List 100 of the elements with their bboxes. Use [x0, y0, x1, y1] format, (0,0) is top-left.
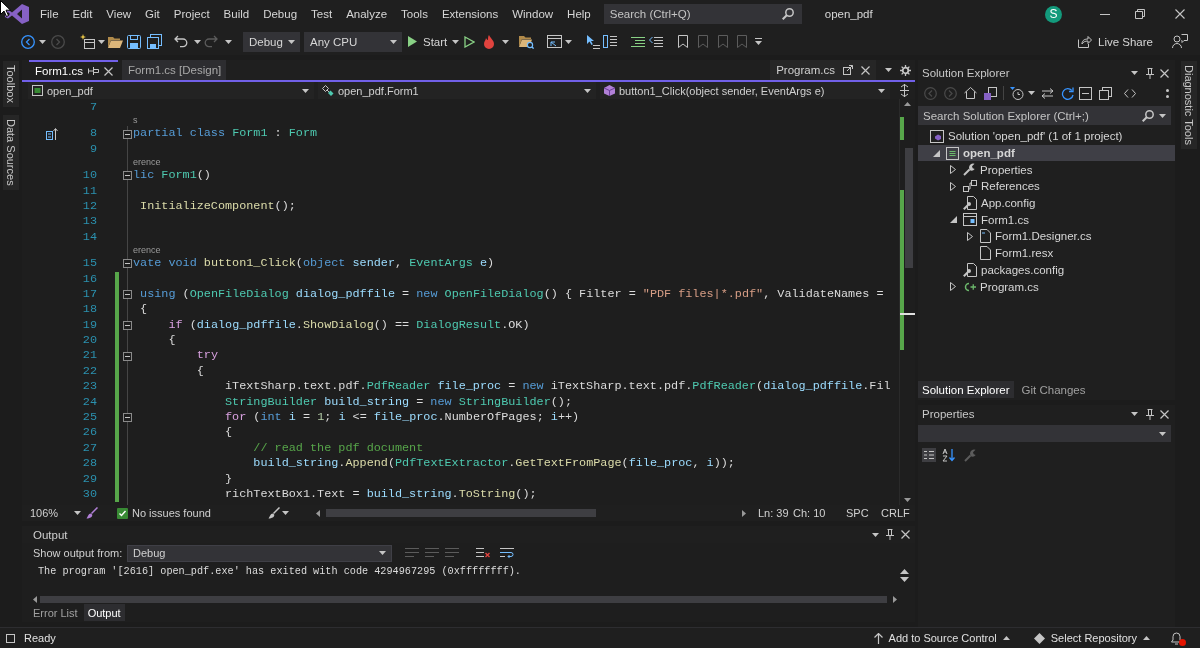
caret-icon[interactable]: [1159, 113, 1166, 118]
close-icon[interactable]: [1160, 68, 1169, 78]
tree-item[interactable]: Form1.cs: [918, 211, 1175, 229]
tree-item[interactable]: Program.cs: [918, 278, 1175, 295]
form-window-icon[interactable]: [963, 213, 977, 227]
sparkle-window-icon[interactable]: [80, 34, 95, 49]
tree-item[interactable]: Form1.Designer.cs: [918, 228, 1175, 245]
tree-item[interactable]: App.config: [918, 194, 1175, 212]
menu-item[interactable]: Test: [304, 4, 340, 24]
minus-box-icon[interactable]: [1079, 86, 1092, 100]
scroll-left-icon[interactable]: [33, 596, 37, 603]
collapsed-arrow-icon[interactable]: [967, 231, 973, 241]
column-indicator[interactable]: Ch: 10: [793, 507, 826, 519]
grid-arrow-icon[interactable]: [46, 128, 58, 141]
navigation-dropdown[interactable]: button1_Click(object sender, EventArgs e): [600, 82, 890, 99]
sort-az-icon[interactable]: [942, 448, 956, 462]
gear-icon[interactable]: [900, 64, 911, 76]
csharp-file-icon[interactable]: [963, 280, 976, 293]
horizontal-scrollbar[interactable]: [33, 595, 897, 604]
caret-icon[interactable]: [74, 511, 82, 515]
refresh-icon[interactable]: [1061, 86, 1074, 100]
tree-item[interactable]: Form1.resx: [918, 244, 1175, 262]
file-icon[interactable]: [980, 246, 991, 261]
scroll-right-icon[interactable]: [893, 596, 897, 603]
document-tab[interactable]: Form1.cs [Design]: [121, 60, 227, 80]
list-icon[interactable]: [603, 35, 617, 48]
caret-icon[interactable]: [390, 39, 397, 44]
collapse-icon[interactable]: [122, 171, 132, 181]
menu-item[interactable]: Window: [505, 4, 561, 24]
close-icon[interactable]: [901, 530, 910, 539]
panel-tab[interactable]: Output: [83, 604, 125, 621]
configuration-dropdown[interactable]: Debug: [243, 31, 300, 52]
caret-icon[interactable]: [39, 39, 46, 44]
caret-icon[interactable]: [98, 39, 105, 44]
tree-item[interactable]: packages.config: [918, 261, 1175, 279]
caret-icon[interactable]: [502, 39, 509, 44]
save-icon[interactable]: [127, 34, 141, 49]
line-indicator[interactable]: Ln: 39: [758, 507, 789, 519]
codelens-link[interactable]: s: [133, 115, 138, 127]
caret-icon[interactable]: [288, 39, 295, 44]
menu-item[interactable]: Project: [166, 4, 217, 24]
notification-bell-icon[interactable]: [1170, 630, 1186, 646]
project-box-icon[interactable]: [32, 85, 43, 96]
save-all-icon[interactable]: [147, 34, 162, 49]
scroll-down-icon[interactable]: [904, 498, 911, 502]
caret-icon[interactable]: [379, 551, 386, 555]
pin-icon[interactable]: [1146, 67, 1154, 79]
collapse-icon[interactable]: [122, 290, 132, 300]
codelens-link[interactable]: erence: [133, 245, 161, 257]
arrow-up-icon[interactable]: [873, 632, 883, 644]
search-field[interactable]: Search Solution Explorer (Ctrl+;): [918, 106, 1171, 125]
pin-icon[interactable]: [1146, 408, 1154, 420]
pin-icon[interactable]: [886, 529, 894, 540]
panel-tab[interactable]: Error List: [29, 604, 82, 621]
linked-boxes-icon[interactable]: [963, 180, 977, 193]
account-avatar[interactable]: S: [1045, 5, 1062, 23]
tree-item[interactable]: Properties: [918, 161, 1175, 179]
chevron-lines-icon[interactable]: [649, 35, 663, 48]
brush-icon[interactable]: [268, 507, 280, 519]
overflow-icon[interactable]: [755, 38, 762, 45]
menu-item[interactable]: File: [33, 4, 66, 24]
brush-icon[interactable]: [86, 507, 98, 519]
scrollbar-thumb[interactable]: [905, 148, 913, 268]
folder-icon[interactable]: [108, 35, 123, 48]
side-tab[interactable]: Diagnostic Tools: [1181, 61, 1197, 149]
platform-dropdown[interactable]: Any CPU: [304, 31, 402, 52]
indented-lines-icon[interactable]: [631, 35, 645, 48]
person-speech-icon[interactable]: [1172, 34, 1188, 49]
collapsed-arrow-icon[interactable]: [950, 165, 956, 175]
panel-tab[interactable]: Git Changes: [1017, 381, 1090, 398]
project-box-icon[interactable]: [946, 146, 959, 160]
diamonds-icon[interactable]: [322, 85, 334, 96]
collapsed-arrow-icon[interactable]: [950, 282, 956, 292]
bookmark-icon[interactable]: [678, 35, 688, 48]
copy-pages-icon[interactable]: [1099, 86, 1112, 100]
issues-indicator[interactable]: No issues found: [117, 507, 211, 519]
cursor-lines-icon[interactable]: [586, 34, 600, 49]
cube-icon[interactable]: [604, 85, 615, 96]
pin-icon[interactable]: [87, 67, 99, 75]
flame-icon[interactable]: [483, 34, 495, 49]
caret-icon[interactable]: [1159, 431, 1166, 436]
menu-item[interactable]: Tools: [394, 4, 435, 24]
code-brackets-icon[interactable]: [1124, 88, 1136, 98]
navigation-dropdown[interactable]: open_pdf: [28, 82, 314, 99]
caret-icon[interactable]: [282, 511, 289, 515]
collapse-icon[interactable]: [122, 413, 132, 423]
collapse-icon[interactable]: [122, 351, 132, 361]
check-icon[interactable]: [117, 507, 128, 519]
tree-item[interactable]: Solution 'open_pdf' (1 of 1 project): [918, 128, 1175, 145]
lines-icon[interactable]: [445, 547, 459, 559]
side-tab[interactable]: Toolbox: [3, 61, 19, 107]
split-icon[interactable]: [900, 84, 909, 97]
navigation-dropdown[interactable]: open_pdf.Form1: [318, 82, 596, 99]
start-button[interactable]: Start: [408, 31, 448, 52]
caret-icon[interactable]: [194, 39, 201, 44]
menu-item[interactable]: Analyze: [339, 4, 395, 24]
play-icon[interactable]: [408, 36, 417, 47]
search-icon[interactable]: [1142, 109, 1154, 122]
minimize-icon[interactable]: [1100, 13, 1110, 15]
search-icon[interactable]: [781, 8, 794, 20]
